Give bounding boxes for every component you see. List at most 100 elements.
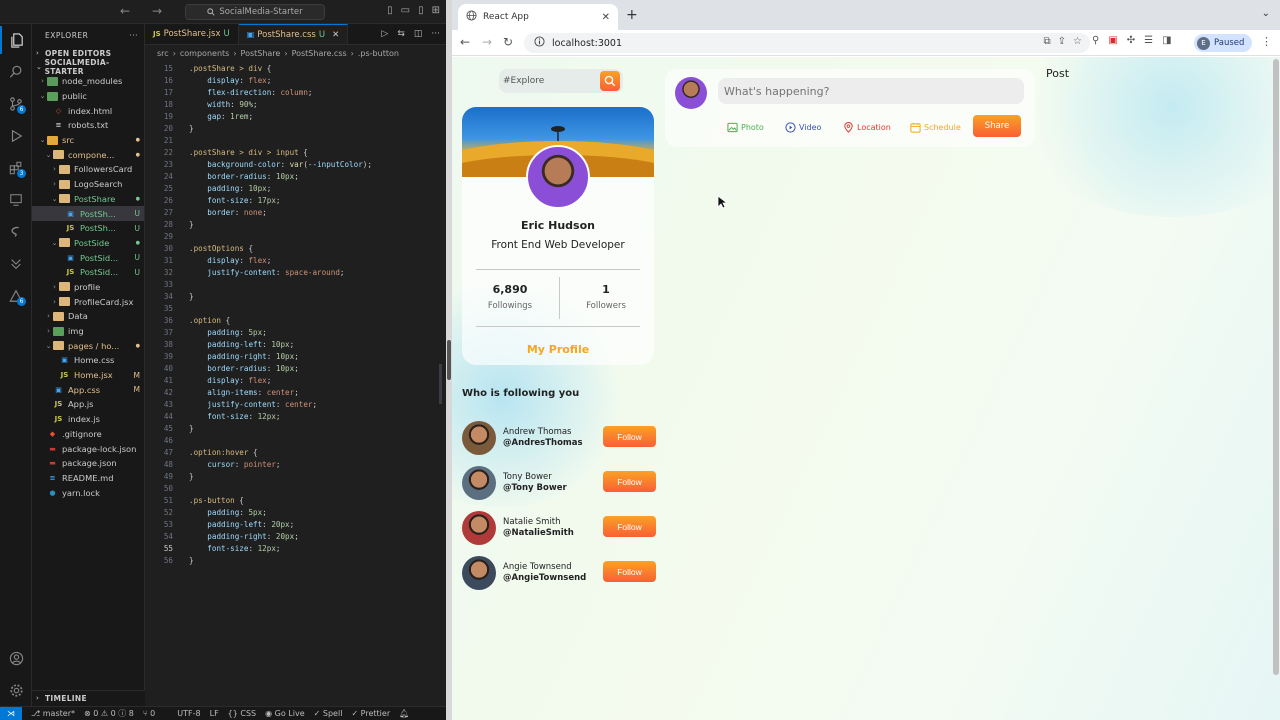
tree-file[interactable]: ◇ index.html <box>32 103 144 118</box>
code-line[interactable]: 32 justify-content: space-around; <box>145 266 446 278</box>
remote-explorer-icon[interactable] <box>0 186 32 214</box>
editor-scrollbar[interactable] <box>439 364 442 404</box>
address-bar[interactable]: localhost:3001 ⧉ ⇪ ☆ <box>524 33 1090 53</box>
site-info-icon[interactable] <box>534 36 545 50</box>
run-icon[interactable]: ▷ <box>381 29 388 39</box>
notifications-bell-icon[interactable]: 🔔︎ <box>399 709 409 718</box>
follow-button[interactable]: Follow <box>603 471 656 492</box>
ports-count[interactable]: ⑂ 0 <box>143 709 155 718</box>
testing-icon[interactable] <box>0 250 32 278</box>
code-line[interactable]: 22 .postShare > div > input { <box>145 146 446 158</box>
encoding[interactable]: UTF-8 <box>177 709 200 718</box>
option-schedule[interactable]: Schedule <box>910 122 961 133</box>
back-arrow-icon[interactable]: ← <box>460 35 470 49</box>
browser-tab[interactable]: React App ✕ <box>458 4 618 30</box>
code-line[interactable]: 15 .postShare > div { <box>145 62 446 74</box>
reload-icon[interactable]: ↻ <box>503 35 513 49</box>
project-section[interactable]: ⌄ SOCIALMEDIA-STARTER <box>32 58 144 76</box>
new-tab-icon[interactable]: + <box>626 7 638 23</box>
code-line[interactable]: 41 display: flex; <box>145 374 446 386</box>
end-of-line[interactable]: LF <box>210 709 219 718</box>
code-line[interactable]: 35 <box>145 302 446 314</box>
share-icon[interactable]: ⇪ <box>1058 36 1066 47</box>
code-line[interactable]: 54 padding-right: 20px; <box>145 530 446 542</box>
tree-file[interactable]: ◆ .gitignore <box>32 427 144 442</box>
follow-button[interactable]: Follow <box>603 426 656 447</box>
source-control-icon[interactable]: 6 <box>0 90 32 118</box>
breadcrumb-item[interactable]: components <box>180 49 229 58</box>
code-line[interactable]: 21 <box>145 134 446 146</box>
close-tab-icon[interactable]: ✕ <box>602 12 610 23</box>
explore-search[interactable]: #Explore <box>499 69 623 93</box>
code-line[interactable]: 56} <box>145 554 446 566</box>
search-button[interactable] <box>600 71 620 91</box>
toggle-secondary-sidebar-icon[interactable]: ▯ <box>418 5 424 16</box>
code-line[interactable]: 45} <box>145 422 446 434</box>
prettier-status[interactable]: ✓ Prettier <box>351 709 390 718</box>
forward-arrow-icon[interactable]: → <box>482 35 492 49</box>
git-branch[interactable]: ⎇ master* <box>31 709 75 718</box>
code-line[interactable]: 37 padding: 5px; <box>145 326 446 338</box>
code-line[interactable]: 47 .option:hover { <box>145 446 446 458</box>
go-live-button[interactable]: ◉ Go Live <box>265 709 305 718</box>
tree-file[interactable]: ▬ package-lock.json <box>32 441 144 456</box>
extension-icon[interactable]: ⚲ <box>1092 35 1099 46</box>
code-line[interactable]: 20} <box>145 122 446 134</box>
back-arrow-icon[interactable]: ← <box>120 4 130 18</box>
breadcrumb-item[interactable]: PostShare <box>241 49 281 58</box>
tree-folder[interactable]: ⌄ compone... ● <box>32 147 144 162</box>
splitter-grip[interactable] <box>447 340 451 380</box>
code-line[interactable]: 31 display: flex; <box>145 254 446 266</box>
tree-folder[interactable]: ⌄ public <box>32 89 144 104</box>
code-line[interactable]: 28} <box>145 218 446 230</box>
tree-file[interactable]: ▣ PostSid... U <box>32 250 144 265</box>
code-line[interactable]: 42 align-items: center; <box>145 386 446 398</box>
code-line[interactable]: 52 padding: 5px; <box>145 506 446 518</box>
tab-postshare-jsx[interactable]: JS PostShare.jsx U <box>145 24 239 44</box>
tree-folder[interactable]: › LogoSearch <box>32 177 144 192</box>
code-line[interactable]: 34} <box>145 290 446 302</box>
code-line[interactable]: 49} <box>145 470 446 482</box>
open-in-app-icon[interactable]: ⧉ <box>1044 36 1051 47</box>
extension-red-icon[interactable]: ▣ <box>1108 35 1117 46</box>
tree-folder[interactable]: › node_modules <box>32 74 144 89</box>
toggle-sidebar-icon[interactable]: ▯ <box>387 5 393 16</box>
spell-check[interactable]: ✓ Spell <box>314 709 343 718</box>
bookmark-star-icon[interactable]: ☆ <box>1073 36 1082 47</box>
customize-layout-icon[interactable]: ⊞ <box>432 5 440 16</box>
breadcrumb-item[interactable]: PostShare.css <box>292 49 347 58</box>
settings-gear-icon[interactable] <box>0 676 32 704</box>
run-debug-icon[interactable] <box>0 122 32 150</box>
toggle-panel-icon[interactable]: ▭ <box>401 5 410 16</box>
tree-folder[interactable]: ⌄ pages / ho... ● <box>32 338 144 353</box>
code-line[interactable]: 23 background-color: var(--inputColor); <box>145 158 446 170</box>
code-line[interactable]: 16 display: flex; <box>145 74 446 86</box>
tree-file[interactable]: ▬ package.json <box>32 456 144 471</box>
code-line[interactable]: 18 width: 90%; <box>145 98 446 110</box>
remote-indicator-icon[interactable]: ⋊ <box>0 706 22 720</box>
code-line[interactable]: 40 border-radius: 10px; <box>145 362 446 374</box>
tree-file[interactable]: JS PostSid... U <box>32 265 144 280</box>
code-line[interactable]: 38 padding-left: 10px; <box>145 338 446 350</box>
code-line[interactable]: 30 .postOptions { <box>145 242 446 254</box>
forward-arrow-icon[interactable]: → <box>152 4 162 18</box>
code-line[interactable]: 19 gap: 1rem; <box>145 110 446 122</box>
follow-button[interactable]: Follow <box>603 516 656 537</box>
profile-paused-button[interactable]: E Paused <box>1194 34 1252 52</box>
code-line[interactable]: 43 justify-content: center; <box>145 398 446 410</box>
code-line[interactable]: 50 <box>145 482 446 494</box>
language-mode[interactable]: {} CSS <box>228 709 256 718</box>
search-icon[interactable] <box>0 58 32 86</box>
tree-folder[interactable]: ⌄ src ● <box>32 133 144 148</box>
tree-file[interactable]: ▣ Home.css <box>32 353 144 368</box>
extensions-icon[interactable]: 3 <box>0 154 32 182</box>
tree-folder[interactable]: ⌄ PostShare ● <box>32 192 144 207</box>
code-line[interactable]: 29 <box>145 230 446 242</box>
tree-folder[interactable]: ⌄ PostSide ● <box>32 236 144 251</box>
code-line[interactable]: 27 border: none; <box>145 206 446 218</box>
browser-menu-icon[interactable]: ⋮ <box>1261 35 1272 48</box>
breadcrumb-item[interactable]: src <box>157 49 169 58</box>
tree-file[interactable]: ≡ robots.txt <box>32 118 144 133</box>
reading-list-icon[interactable]: ☰ <box>1144 35 1153 46</box>
my-profile-link[interactable]: My Profile <box>462 343 654 356</box>
